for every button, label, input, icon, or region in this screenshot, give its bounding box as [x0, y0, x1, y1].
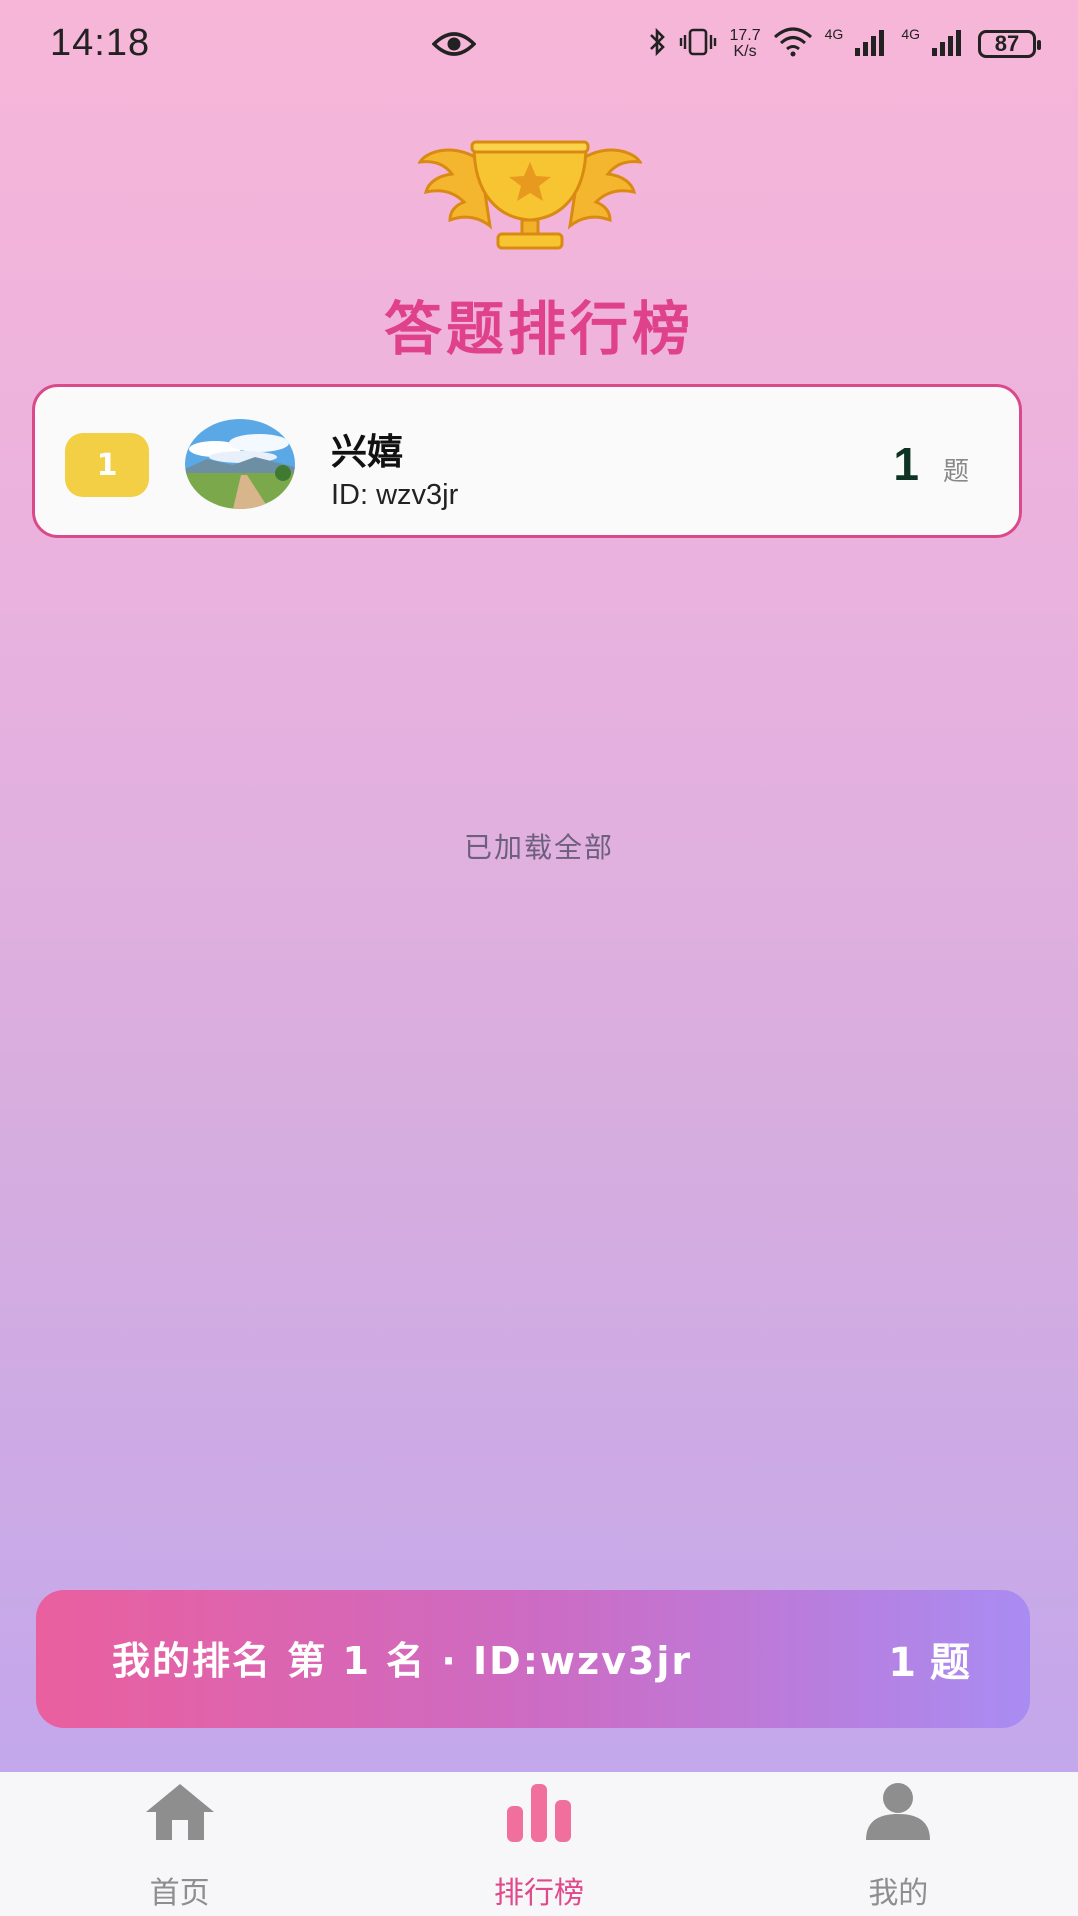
- score-value: 1: [893, 438, 919, 490]
- page-title: 答题排行榜: [383, 295, 694, 363]
- nav-label-home: 首页: [149, 1876, 210, 1911]
- bottom-nav: 首页 排行榜 我的: [0, 1772, 1078, 1916]
- network-type-2: 4G: [901, 26, 920, 42]
- speed-value: 17.7: [729, 27, 761, 44]
- trophy-icon: [417, 136, 643, 256]
- battery-indicator: 87: [978, 30, 1041, 58]
- home-icon: [142, 1780, 218, 1848]
- nav-label-leaderboard: 排行榜: [493, 1876, 584, 1911]
- my-rank-bar[interactable]: 我的排名 第 1 名 · ID:wzv3jr 1 题: [36, 1590, 1030, 1728]
- network-type-1: 4G: [824, 26, 844, 42]
- avatar[interactable]: [185, 419, 295, 509]
- leaderboard-row[interactable]: 1 兴嬉 ID: wzv3jr 1 题: [32, 384, 1022, 538]
- bluetooth-icon: [647, 27, 667, 61]
- my-rank-score: 1 题: [888, 1640, 970, 1686]
- vibrate-icon: [679, 27, 717, 61]
- score-unit: 题: [942, 457, 969, 487]
- nav-item-home[interactable]: 首页: [0, 1772, 359, 1916]
- user-id: ID: wzv3jr: [331, 479, 459, 511]
- status-time: 14:18: [50, 22, 151, 64]
- user-name: 兴嬉: [331, 432, 404, 473]
- rank-badge: 1: [65, 433, 149, 497]
- signal-icon: [932, 28, 966, 60]
- signal-icon: [855, 28, 889, 60]
- status-bar: 14:18 17.7 K/s 4G 4G 87: [0, 0, 1078, 90]
- my-rank-text: 我的排名 第 1 名 · ID:wzv3jr: [112, 1639, 693, 1683]
- network-speed: 17.7 K/s: [729, 28, 760, 60]
- leaderboard-icon: [501, 1780, 577, 1848]
- speed-unit: K/s: [733, 43, 757, 60]
- nav-item-leaderboard[interactable]: 排行榜: [359, 1772, 718, 1916]
- profile-icon: [860, 1780, 936, 1848]
- load-status: 已加载全部: [463, 831, 614, 864]
- wifi-icon: [773, 27, 813, 61]
- eye-icon: [431, 30, 477, 62]
- nav-item-profile[interactable]: 我的: [719, 1772, 1078, 1916]
- nav-label-profile: 我的: [868, 1876, 929, 1911]
